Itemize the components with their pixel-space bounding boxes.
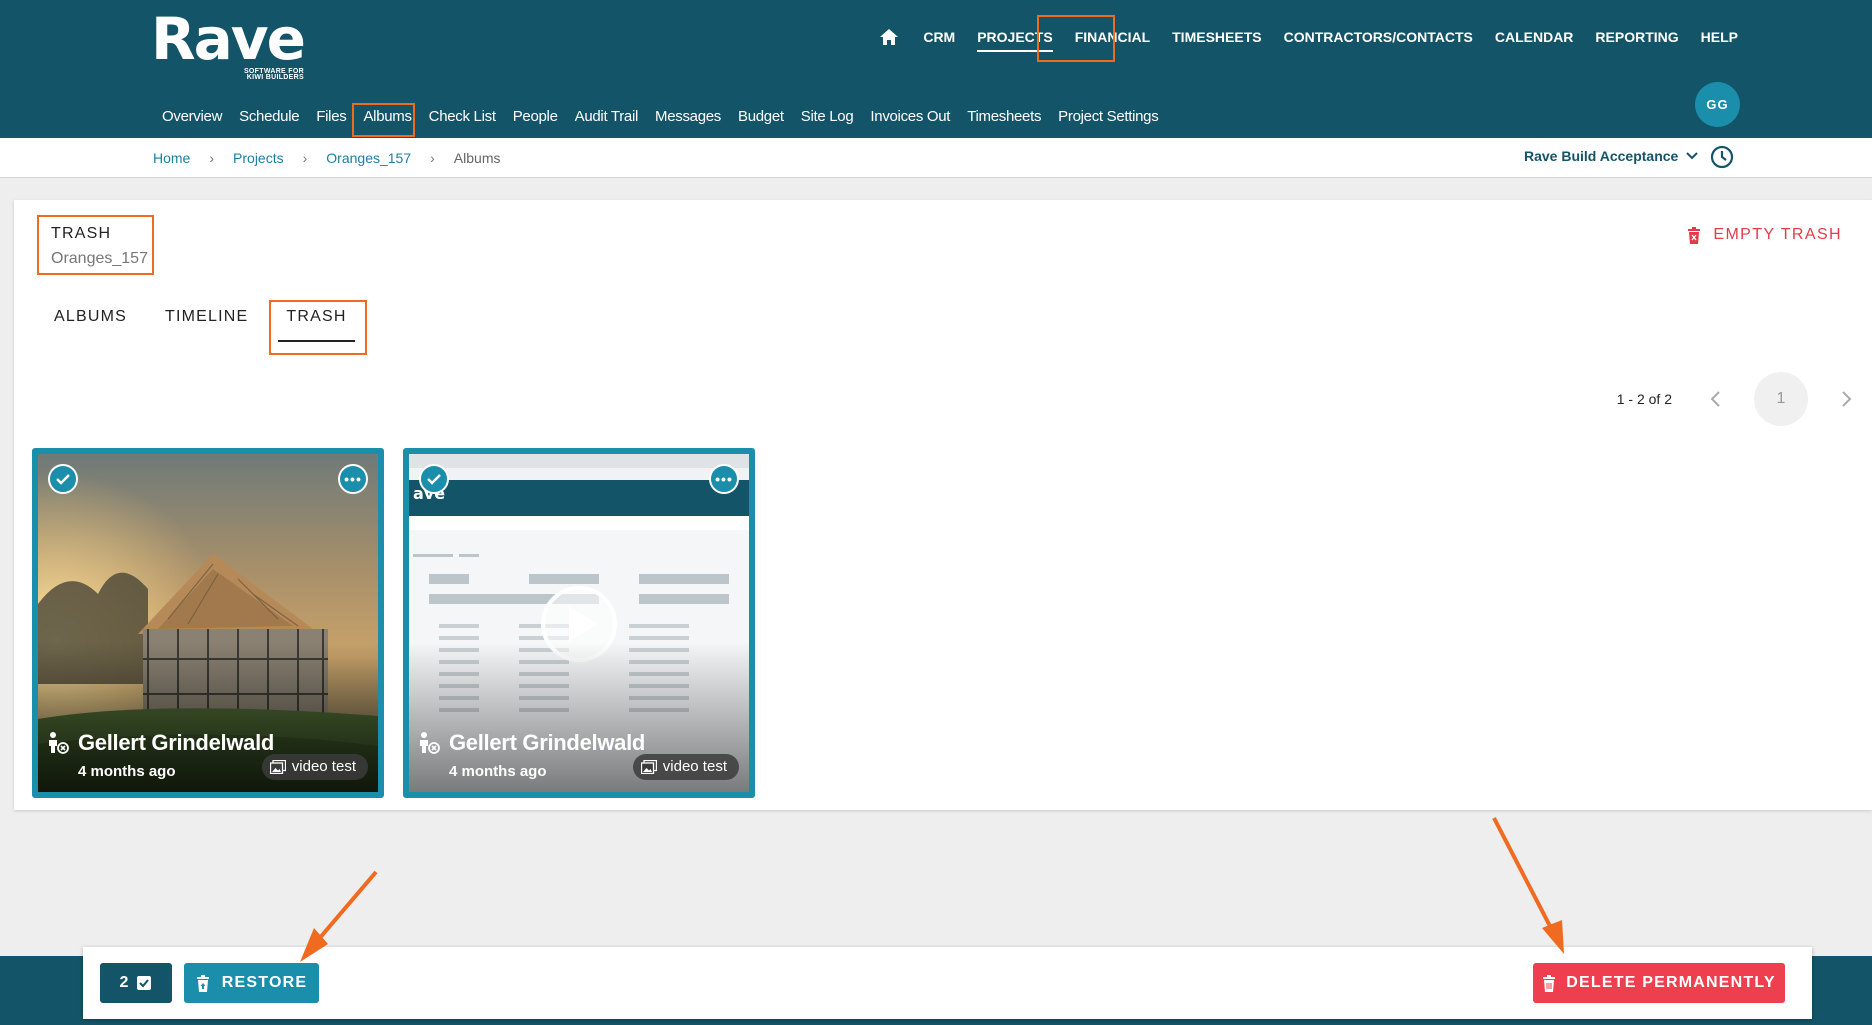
more-options-icon[interactable]: ••• xyxy=(709,464,739,494)
uploader-info: Gellert Grindelwald xyxy=(46,730,274,756)
breadcrumb-bar: Home › Projects › Oranges_157 › Albums R… xyxy=(0,138,1872,178)
trash-tab-highlight-box xyxy=(269,300,367,355)
selected-check-icon[interactable] xyxy=(48,464,78,494)
project-subnav: Overview Schedule Files Albums Check Lis… xyxy=(162,108,1175,125)
subnav-audit-trail[interactable]: Audit Trail xyxy=(575,108,639,125)
restore-trash-icon xyxy=(196,974,209,992)
media-tile[interactable]: ave ••• Gellert Grindelwald 4 months ago… xyxy=(403,448,755,798)
subnav-site-log[interactable]: Site Log xyxy=(801,108,854,125)
trash-title-block: TRASH Oranges_157 xyxy=(37,215,154,275)
organization-selector[interactable]: Rave Build Acceptance xyxy=(1524,148,1699,164)
image-icon xyxy=(640,759,657,774)
rave-logo[interactable]: Rave SOFTWARE FOR KIWI BUILDERS xyxy=(151,5,306,82)
empty-trash-button[interactable]: EMPTY TRASH xyxy=(1687,226,1842,244)
bulk-action-bar: 2 RESTORE DELETE PERMANENTLY xyxy=(83,947,1812,1019)
subnav-messages[interactable]: Messages xyxy=(655,108,721,125)
tab-timeline[interactable]: TIMELINE xyxy=(165,300,248,334)
album-chip[interactable]: video test xyxy=(632,754,739,780)
subnav-people[interactable]: People xyxy=(513,108,558,125)
nav-calendar[interactable]: CALENDAR xyxy=(1495,29,1574,45)
image-icon xyxy=(269,759,286,774)
trash-panel: TRASH Oranges_157 EMPTY TRASH ALBUMS TIM… xyxy=(14,200,1872,810)
organization-name: Rave Build Acceptance xyxy=(1524,148,1679,164)
breadcrumb-separator: › xyxy=(302,150,308,166)
breadcrumb-separator: › xyxy=(430,150,435,166)
nav-contractors-contacts[interactable]: CONTRACTORS/CONTACTS xyxy=(1284,29,1473,45)
checkbox-icon xyxy=(137,976,152,990)
deleted-user-icon xyxy=(420,732,440,754)
user-avatar[interactable]: GG xyxy=(1695,82,1740,127)
breadcrumb-projects[interactable]: Projects xyxy=(233,150,284,166)
selected-check-icon[interactable] xyxy=(419,464,449,494)
album-name: video test xyxy=(662,758,727,775)
delete-permanently-button[interactable]: DELETE PERMANENTLY xyxy=(1533,963,1785,1003)
nav-timesheets[interactable]: TIMESHEETS xyxy=(1172,29,1261,45)
subnav-project-settings[interactable]: Project Settings xyxy=(1058,108,1159,125)
top-header: Rave SOFTWARE FOR KIWI BUILDERS CRM PROJ… xyxy=(0,0,1872,138)
uploader-name: Gellert Grindelwald xyxy=(78,730,275,755)
delete-permanently-label: DELETE PERMANENTLY xyxy=(1566,974,1776,991)
upload-time: 4 months ago xyxy=(78,763,176,780)
history-clock-icon[interactable] xyxy=(1709,144,1735,170)
album-chip[interactable]: video test xyxy=(261,754,368,780)
logo-word: Rave xyxy=(151,5,306,73)
selected-count-button[interactable]: 2 xyxy=(100,963,172,1003)
chevron-right-icon[interactable] xyxy=(1836,389,1856,409)
breadcrumb-separator: › xyxy=(209,150,215,166)
nav-reporting[interactable]: REPORTING xyxy=(1595,29,1678,45)
pagination: 1 - 2 of 2 1 xyxy=(1617,372,1856,426)
page-title: TRASH xyxy=(51,225,112,242)
pagination-range: 1 - 2 of 2 xyxy=(1616,391,1672,407)
subnav-files[interactable]: Files xyxy=(316,108,346,125)
chevron-down-icon xyxy=(1686,152,1699,160)
arrow-to-delete xyxy=(1492,817,1564,954)
breadcrumb: Home › Projects › Oranges_157 › Albums xyxy=(153,150,500,166)
restore-label: RESTORE xyxy=(221,974,308,991)
projects-highlight-box xyxy=(1037,15,1115,62)
upload-time: 4 months ago xyxy=(449,763,547,780)
subnav-timesheets[interactable]: Timesheets xyxy=(967,108,1041,125)
nav-crm[interactable]: CRM xyxy=(923,29,955,45)
tab-albums[interactable]: ALBUMS xyxy=(54,300,127,334)
home-icon[interactable] xyxy=(879,28,899,46)
subnav-schedule[interactable]: Schedule xyxy=(239,108,299,125)
uploader-info: Gellert Grindelwald xyxy=(417,730,645,756)
restore-button[interactable]: RESTORE xyxy=(184,963,319,1003)
trash-icon xyxy=(1688,226,1701,244)
subnav-invoices-out[interactable]: Invoices Out xyxy=(870,108,950,125)
empty-trash-label: EMPTY TRASH xyxy=(1713,226,1842,243)
deleted-user-icon xyxy=(49,732,69,754)
more-options-icon[interactable]: ••• xyxy=(338,464,368,494)
breadcrumb-project[interactable]: Oranges_157 xyxy=(326,150,411,166)
uploader-name: Gellert Grindelwald xyxy=(449,730,646,755)
page-number[interactable]: 1 xyxy=(1754,372,1808,426)
logo-tagline-2: KIWI BUILDERS xyxy=(246,74,304,81)
chevron-left-icon[interactable] xyxy=(1706,389,1726,409)
subnav-budget[interactable]: Budget xyxy=(738,108,784,125)
albums-highlight-box xyxy=(352,103,415,137)
subnav-check-list[interactable]: Check List xyxy=(429,108,496,125)
media-tile[interactable]: ••• Gellert Grindelwald 4 months ago vid… xyxy=(32,448,384,798)
main-nav: CRM PROJECTS FINANCIAL TIMESHEETS CONTRA… xyxy=(879,22,1738,52)
breadcrumb-home[interactable]: Home xyxy=(153,150,190,166)
nav-help[interactable]: HELP xyxy=(1701,29,1738,45)
breadcrumb-current: Albums xyxy=(453,150,501,166)
album-name: video test xyxy=(291,758,356,775)
page-subtitle: Oranges_157 xyxy=(51,250,148,267)
subnav-overview[interactable]: Overview xyxy=(162,108,222,125)
trash-icon xyxy=(1543,974,1556,992)
selected-count: 2 xyxy=(119,974,129,991)
